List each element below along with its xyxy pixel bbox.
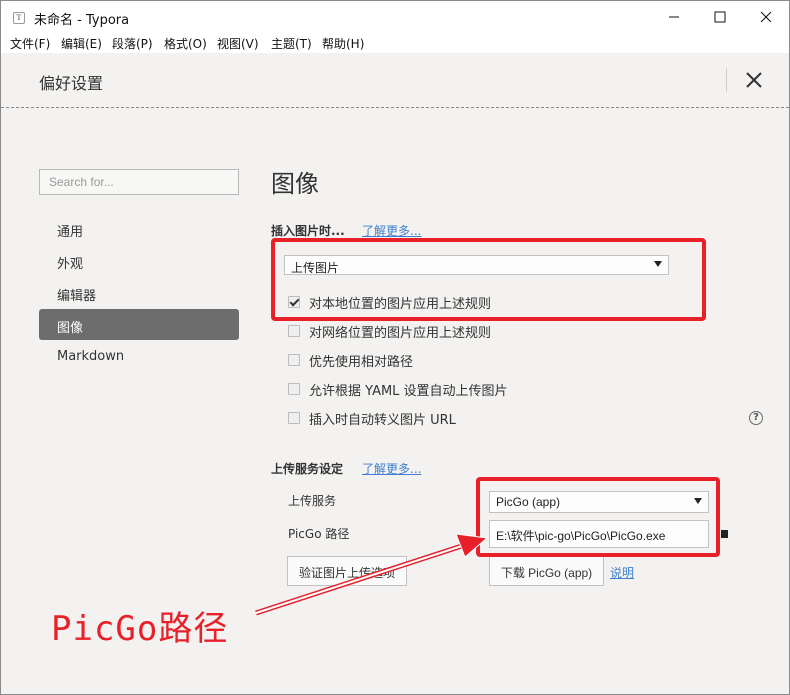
option-label: 插入时自动转义图片 URL [309,412,456,428]
option-label: 优先使用相对路径 [309,354,414,370]
checkbox-apply-network[interactable] [288,325,300,337]
preferences-close-icon[interactable] [744,70,764,90]
explain-link[interactable]: 说明 [610,564,634,581]
sidebar-item-editor[interactable]: 编辑器 [39,277,239,308]
preferences-header: 偏好设置 [1,53,789,108]
verify-upload-button[interactable]: 验证图片上传选项 [287,556,407,586]
minimize-button[interactable] [651,1,697,33]
option-relative-path[interactable]: 优先使用相对路径 [288,351,414,370]
upload-service-heading: 上传服务设定 [271,462,344,476]
menu-file[interactable]: 文件(F) [10,35,50,52]
minimize-icon [669,16,679,18]
sidebar-item-appearance[interactable]: 外观 [39,245,239,276]
window-close-button[interactable] [743,1,789,33]
sidebar-item-markdown[interactable]: Markdown [39,341,239,372]
menu-bar: 文件(F) 编辑(E) 段落(P) 格式(O) 视图(V) 主题(T) 帮助(H… [1,33,789,53]
menu-theme[interactable]: 主题(T) [271,35,312,52]
checkbox-relative-path[interactable] [288,354,300,366]
download-picgo-button[interactable]: 下载 PicGo (app) [489,556,604,586]
folder-icon[interactable] [721,530,728,538]
maximize-button[interactable] [697,1,743,33]
insert-image-heading: 插入图片时... [271,224,345,238]
annotation-label: PicGo路径 [51,609,229,649]
typora-app-icon: T [13,12,25,24]
typora-window: T 未命名 - Typora 文件(F) 编辑(E) 段落(P) 格式(O) 视… [0,0,790,695]
preferences-title: 偏好设置 [39,74,104,93]
option-yaml-upload[interactable]: 允许根据 YAML 设置自动上传图片 [288,380,508,399]
option-label: 允许根据 YAML 设置自动上传图片 [309,383,508,399]
sidebar-item-general[interactable]: 通用 [39,213,239,244]
help-icon[interactable]: ? [749,411,763,425]
sidebar-item-image[interactable]: 图像 [39,309,239,340]
header-divider [726,68,727,92]
menu-view[interactable]: 视图(V) [217,35,259,52]
window-title: 未命名 - Typora [34,13,130,28]
upload-learn-more-link[interactable]: 了解更多... [362,460,421,477]
menu-help[interactable]: 帮助(H) [322,35,364,52]
menu-format[interactable]: 格式(O) [164,35,207,52]
option-escape-url[interactable]: 插入时自动转义图片 URL [288,409,456,428]
checkbox-yaml-upload[interactable] [288,383,300,395]
option-label: 对网络位置的图片应用上述规则 [309,325,492,341]
checkbox-escape-url[interactable] [288,412,300,424]
menu-paragraph[interactable]: 段落(P) [112,35,153,52]
highlight-box-picgo-settings [476,477,720,557]
highlight-box-insert-options [271,238,706,321]
option-apply-network[interactable]: 对网络位置的图片应用上述规则 [288,322,492,341]
menu-edit[interactable]: 编辑(E) [61,35,102,52]
close-icon [760,11,772,23]
maximize-icon [714,11,726,23]
title-bar[interactable]: T 未命名 - Typora [1,1,789,33]
picgo-path-label: PicGo 路径 [288,527,350,541]
preferences-search-input[interactable]: Search for... [39,169,239,195]
section-title: 图像 [271,170,319,198]
upload-service-label: 上传服务 [288,494,337,508]
insert-learn-more-link[interactable]: 了解更多... [362,222,421,239]
